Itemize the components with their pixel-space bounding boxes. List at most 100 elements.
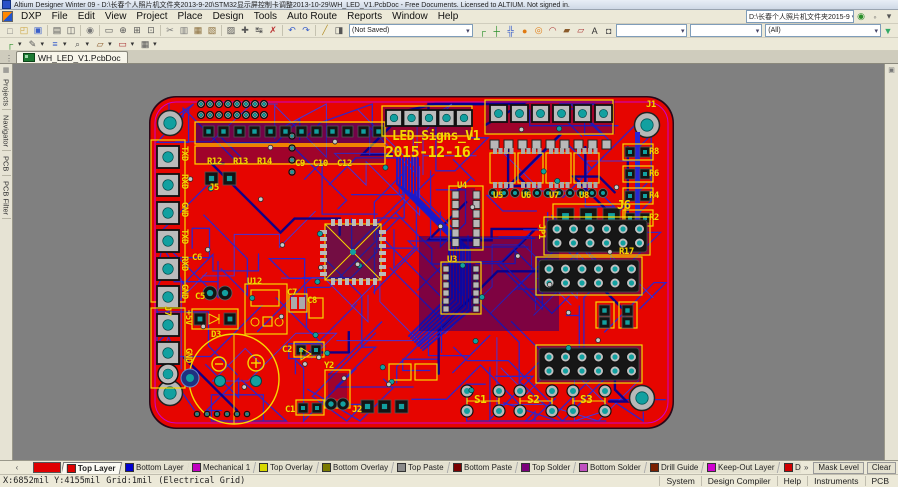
draw-line-icon[interactable]: ╱ [318,23,332,38]
chevron-down-icon[interactable]: ▾ [41,40,45,48]
drawing-tools-group[interactable]: ✎▾ [26,37,45,52]
go-icon[interactable]: ◉ [854,9,868,24]
clear-button[interactable]: Clear [867,462,896,474]
board-layout-combo[interactable]: (Not Saved) ▾ [349,24,473,37]
menu-window[interactable]: Window [387,11,433,22]
find-selection-icon[interactable]: ⌕ [71,37,85,52]
select-area-icon[interactable]: ▨ [224,23,238,38]
panel-button-instruments[interactable]: Instruments [807,476,864,486]
filter-apply-icon[interactable]: ▼ [881,23,895,38]
wiring-tools-icon[interactable]: ┌ [3,37,17,52]
pcb-canvas[interactable] [149,96,674,429]
panel-button-help[interactable]: Help [777,476,807,486]
placement-tools-group[interactable]: ▱▾ [93,37,112,52]
menu-view[interactable]: View [100,11,132,22]
layer-overflow-icon[interactable]: » [802,463,810,472]
panel-button-design-compiler[interactable]: Design Compiler [701,476,777,486]
layer-tab-top-layer[interactable]: Top Layer [62,462,122,474]
layer-tab-top-overlay[interactable]: Top Overlay [254,462,319,473]
filter-combo-2[interactable]: ▾ [690,24,762,37]
recent-path-combo[interactable]: D:\长春个人照片机文件夹2015-9 ▾ [746,10,854,23]
layer-tab-label: Drill Drawing [795,463,801,472]
grid-settings-icon[interactable]: ▦ [138,37,152,52]
layer-tab-keep-out-layer[interactable]: Keep-Out Layer [702,462,781,473]
tab-wh-led-v1-pcbdoc[interactable]: WH_LED_V1.PcbDoc [16,51,128,63]
menu-reports[interactable]: Reports [342,11,387,22]
room-tools-group[interactable]: ▭▾ [116,37,135,52]
menu-edit[interactable]: Edit [73,11,100,22]
panel-button-system[interactable]: System [659,476,700,486]
place-fill-icon[interactable]: ▰ [560,23,574,38]
differential-pair-icon[interactable]: ╬ [504,23,518,38]
layer-tab-bottom-solder[interactable]: Bottom Solder [574,462,647,473]
grid-settings-group[interactable]: ▦▾ [138,37,157,52]
layer-color-swatch [67,464,76,473]
wiring-tools-group[interactable]: ┌▾ [3,37,22,52]
copy-icon[interactable]: ▥ [177,23,191,38]
drawing-tools-icon[interactable]: ✎ [26,37,40,52]
alignment-tools-icon[interactable]: ≡ [48,37,62,52]
undo-icon[interactable]: ↶ [285,23,299,38]
autoroute-escape-icon[interactable]: ┼ [490,23,504,38]
chevron-down-icon[interactable]: ▾ [464,27,470,35]
layer-color-swatch [579,463,588,472]
menu-design[interactable]: Design [208,11,249,22]
layer-tab-top-solder[interactable]: Top Solder [516,462,577,473]
panel-tab-projects[interactable]: Projects [2,76,11,110]
panel-tab-pcb-filter[interactable]: PCB Filter [2,178,11,219]
pushpin-icon[interactable]: ▣ [888,66,895,74]
chevron-down-icon[interactable]: ▾ [108,40,112,48]
redo-icon[interactable]: ↷ [299,23,313,38]
filter-combo-1[interactable]: ▾ [616,24,688,37]
interactive-routing-icon[interactable]: ┌ [476,23,490,38]
paste-array-icon[interactable]: ▧ [205,23,219,38]
clear-filter-icon[interactable]: ✗ [266,23,280,38]
layer-tab-drill-drawing[interactable]: Drill Drawing [778,462,801,473]
menu-help[interactable]: Help [433,11,464,22]
chevron-down-icon[interactable]: ▾ [86,40,90,48]
layer-scroll-left[interactable]: ‹ [2,463,32,472]
browse-library-icon[interactable]: ◨ [332,23,346,38]
menu-tools[interactable]: Tools [249,11,282,22]
place-pad-icon[interactable]: ● [518,23,532,38]
cut-icon[interactable]: ✂ [163,23,177,38]
wiring-toolbar: ┌▾✎▾≡▾⌕▾▱▾▭▾▦▾ [0,38,898,51]
layer-tab-mechanical-1[interactable]: Mechanical 1 [187,462,256,473]
pcb-editor-canvas[interactable]: LED_Signs_V12015-12-16TXDRXDGNDTXDRXDGND… [13,64,884,460]
layer-tab-drill-guide[interactable]: Drill Guide [645,462,705,473]
menu-file[interactable]: File [47,11,73,22]
menu-project[interactable]: Project [131,11,172,22]
chevron-down-icon[interactable]: ▾ [153,40,157,48]
alignment-tools-group[interactable]: ≡▾ [48,37,67,52]
room-tools-icon[interactable]: ▭ [116,37,130,52]
place-component-icon[interactable]: ◘ [602,23,616,38]
menu-auto-route[interactable]: Auto Route [282,11,342,22]
place-arc-icon[interactable]: ◠ [546,23,560,38]
panel-button-pcb[interactable]: PCB [865,476,895,486]
mask-level-button[interactable]: Mask Level [813,462,863,474]
place-polygon-icon[interactable]: ▱ [574,23,588,38]
chevron-down-icon[interactable]: ▾ [63,40,67,48]
menu-dxp[interactable]: DXP [16,11,47,22]
layer-tab-top-paste[interactable]: Top Paste [392,462,450,473]
layer-tab-bottom-layer[interactable]: Bottom Layer [119,462,189,473]
chevron-down-icon[interactable]: ▾ [18,40,22,48]
pcb-board[interactable]: LED_Signs_V12015-12-16TXDRXDGNDTXDRXDGND… [149,96,674,429]
apply-offset-icon[interactable]: ↹ [252,23,266,38]
panel-tab-pcb[interactable]: PCB [2,153,11,175]
chevron-down-icon[interactable]: ▾ [131,40,135,48]
back-icon[interactable]: ◦ [868,9,882,24]
more-icon[interactable]: ▾ [882,9,896,24]
move-selection-icon[interactable]: ✚ [238,23,252,38]
filter-combo-all[interactable]: (All)▾ [765,24,881,37]
placement-tools-icon[interactable]: ▱ [93,37,107,52]
layer-tab-bottom-paste[interactable]: Bottom Paste [448,462,518,473]
layer-tab-bottom-overlay[interactable]: Bottom Overlay [317,462,394,473]
find-selection-group[interactable]: ⌕▾ [71,37,90,52]
panel-tab-navigator[interactable]: Navigator [2,112,11,151]
chevron-down-icon[interactable]: ▾ [850,13,854,21]
paste-icon[interactable]: ▦ [191,23,205,38]
place-via-icon[interactable]: ◎ [532,23,546,38]
place-string-icon[interactable]: A [588,23,602,38]
menu-place[interactable]: Place [173,11,208,22]
